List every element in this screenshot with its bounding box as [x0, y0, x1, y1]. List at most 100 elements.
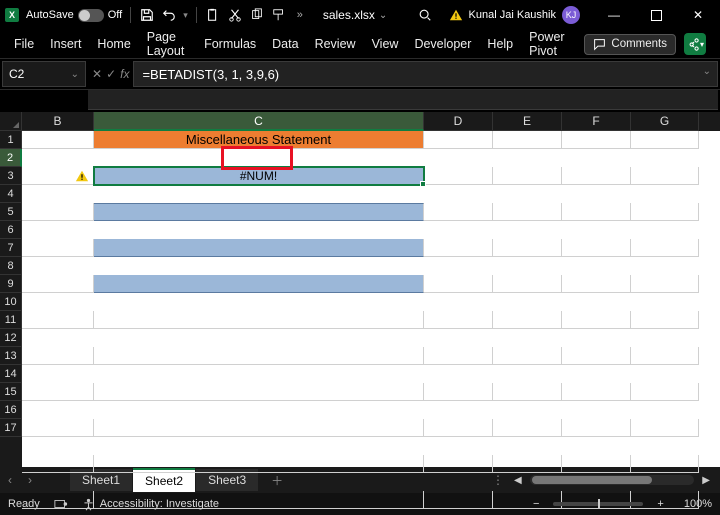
cell[interactable] [22, 311, 94, 329]
row-header[interactable]: 7 [0, 239, 22, 257]
cell[interactable] [424, 455, 493, 473]
row-header[interactable]: 4 [0, 185, 22, 203]
undo-icon[interactable] [161, 7, 177, 23]
sheet-nav-prev[interactable]: ‹ [0, 473, 20, 487]
cell[interactable] [562, 131, 631, 149]
cell[interactable] [94, 419, 424, 437]
autosave-toggle[interactable]: AutoSave Off [26, 9, 122, 22]
cell[interactable]: Miscellaneous Statement [94, 131, 424, 149]
cell[interactable] [22, 455, 94, 473]
cell[interactable] [493, 455, 562, 473]
cell[interactable] [493, 275, 562, 293]
column-header-f[interactable]: F [562, 112, 631, 131]
cell[interactable] [562, 419, 631, 437]
fx-enter-icon[interactable]: ✓ [106, 67, 116, 81]
name-box[interactable]: C2 ⌄ [2, 61, 86, 87]
cell[interactable] [562, 311, 631, 329]
cell[interactable] [562, 347, 631, 365]
zoom-slider[interactable] [553, 502, 643, 506]
cell[interactable] [631, 347, 699, 365]
cell[interactable] [631, 455, 699, 473]
toggle-off-icon[interactable] [78, 9, 104, 22]
cells-area[interactable]: Miscellaneous Statement #NUM! [22, 131, 720, 467]
tab-data[interactable]: Data [272, 37, 298, 51]
row-header[interactable]: 5 [0, 203, 22, 221]
tab-page-layout[interactable]: Page Layout [147, 30, 188, 58]
cell[interactable] [631, 131, 699, 149]
row-header[interactable]: 6 [0, 221, 22, 239]
cut-icon[interactable] [227, 7, 243, 23]
cell[interactable] [22, 167, 94, 185]
cell[interactable] [424, 311, 493, 329]
row-header[interactable]: 12 [0, 329, 22, 347]
cell[interactable] [22, 275, 94, 293]
row-header[interactable]: 14 [0, 365, 22, 383]
horizontal-scrollbar[interactable]: ◀ ▶ [510, 475, 720, 486]
copy-icon[interactable] [249, 7, 265, 23]
row-header[interactable]: 17 [0, 419, 22, 437]
cell[interactable] [424, 419, 493, 437]
tab-review[interactable]: Review [315, 37, 356, 51]
fx-cancel-icon[interactable]: ✕ [92, 67, 102, 81]
formula-input[interactable]: =BETADIST(3, 1, 3,9,6) ⌄ [133, 61, 718, 87]
save-icon[interactable] [139, 7, 155, 23]
cell[interactable] [94, 347, 424, 365]
cell[interactable] [493, 491, 562, 509]
account-button[interactable]: Kunal Jai Kaushik KJ [449, 6, 580, 24]
cell[interactable] [562, 167, 631, 185]
row-header[interactable]: 1 [0, 131, 22, 149]
cell[interactable] [562, 239, 631, 257]
cell[interactable] [94, 383, 424, 401]
cell[interactable] [22, 419, 94, 437]
select-all-button[interactable] [0, 112, 22, 131]
cell[interactable] [424, 131, 493, 149]
cell[interactable] [631, 203, 699, 221]
cell[interactable] [94, 203, 424, 221]
cell[interactable] [493, 419, 562, 437]
tab-file[interactable]: File [14, 37, 34, 51]
fx-icon[interactable]: fx [120, 67, 129, 81]
cell[interactable] [22, 383, 94, 401]
cell[interactable] [22, 131, 94, 149]
cell[interactable] [493, 203, 562, 221]
scroll-left-icon[interactable]: ◀ [510, 475, 526, 486]
cell[interactable] [562, 491, 631, 509]
add-sheet-button[interactable]: ＋ [259, 472, 295, 489]
cell[interactable] [493, 167, 562, 185]
sheet-nav-next[interactable]: › [20, 473, 40, 487]
cell[interactable] [424, 491, 493, 509]
cell[interactable] [631, 383, 699, 401]
cell[interactable] [562, 383, 631, 401]
cell[interactable] [424, 239, 493, 257]
error-warning-icon[interactable] [75, 169, 89, 183]
row-header[interactable]: 16 [0, 401, 22, 419]
column-header-c[interactable]: C [94, 112, 424, 131]
row-header[interactable]: 10 [0, 293, 22, 311]
cell[interactable] [493, 239, 562, 257]
cell[interactable] [631, 275, 699, 293]
cell[interactable] [493, 383, 562, 401]
row-header[interactable]: 13 [0, 347, 22, 365]
cell[interactable] [562, 275, 631, 293]
tab-help[interactable]: Help [487, 37, 513, 51]
row-header[interactable]: 9 [0, 275, 22, 293]
comments-button[interactable]: Comments [584, 34, 676, 55]
row-header[interactable]: 3 [0, 167, 22, 185]
row-header[interactable]: 15 [0, 383, 22, 401]
cell[interactable] [22, 491, 94, 509]
scroll-right-icon[interactable]: ▶ [698, 475, 714, 486]
cell[interactable] [94, 491, 424, 509]
cell[interactable] [631, 239, 699, 257]
tab-home[interactable]: Home [97, 37, 130, 51]
cell[interactable] [94, 239, 424, 257]
formula-expand-icon[interactable]: ⌄ [703, 66, 711, 77]
cell[interactable] [631, 167, 699, 185]
row-header[interactable]: 2 [0, 149, 22, 167]
selected-cell[interactable]: #NUM! [94, 167, 424, 185]
tab-developer[interactable]: Developer [414, 37, 471, 51]
tab-power-pivot[interactable]: Power Pivot [529, 30, 568, 58]
maximize-button[interactable] [638, 1, 674, 29]
cell[interactable] [562, 455, 631, 473]
cell[interactable] [631, 419, 699, 437]
fill-handle[interactable] [420, 181, 426, 187]
